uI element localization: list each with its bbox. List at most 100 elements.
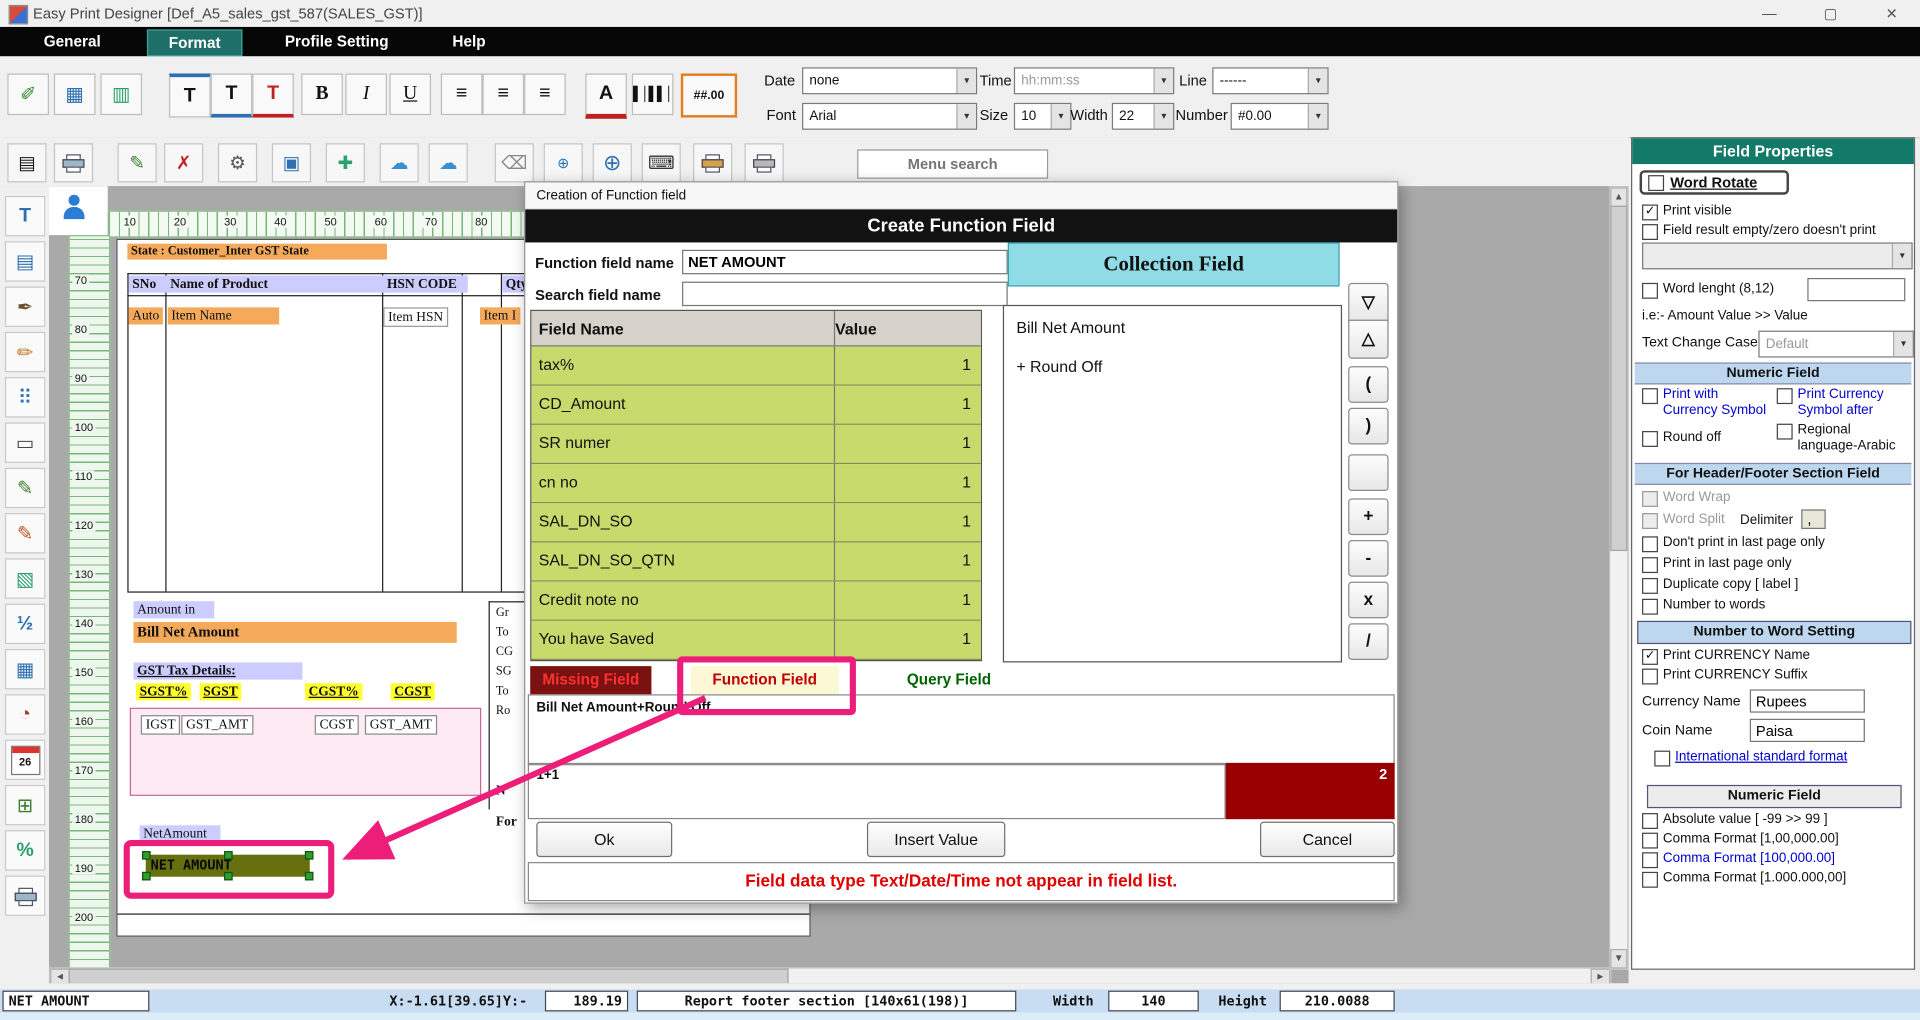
field-row[interactable]: SAL_DN_SO_QTN1	[531, 542, 980, 581]
report-settings-icon[interactable]: ⚙	[218, 143, 257, 182]
web-key-icon[interactable]: ⊕	[544, 143, 583, 182]
field-gst-amt-2[interactable]: GST_AMT	[365, 715, 437, 735]
scroll-left-icon[interactable]: ◄	[50, 969, 70, 984]
report-edit-icon[interactable]: ✎	[118, 143, 157, 182]
print-currency-name-checkbox[interactable]: ✓	[1642, 649, 1658, 665]
duplicate-copy-checkbox[interactable]	[1642, 578, 1658, 594]
align-text-top-icon[interactable]: T	[169, 73, 211, 117]
plus-button[interactable]: +	[1348, 498, 1388, 535]
chevron-down-icon[interactable]: ▾	[956, 104, 976, 128]
round-off-checkbox[interactable]	[1642, 431, 1658, 447]
move-up-button[interactable]: ▽	[1348, 283, 1388, 322]
number-format-icon[interactable]: ##.00	[681, 73, 737, 117]
word-length-checkbox[interactable]	[1642, 283, 1658, 299]
numbered-list-tool-icon[interactable]: ½	[5, 604, 45, 644]
field-sgst-pct[interactable]: SGST%	[136, 683, 191, 700]
insert-value-button[interactable]: Insert Value	[867, 822, 1005, 858]
cancel-button[interactable]: Cancel	[1260, 822, 1395, 858]
keyboard-icon[interactable]: ⌨	[642, 143, 681, 182]
column-header-sno[interactable]: SNo	[129, 276, 172, 293]
duplicate-copy-row[interactable]: Duplicate copy [ label ]	[1642, 577, 1798, 594]
chevron-down-icon[interactable]: ▾	[1153, 69, 1173, 93]
field-item-i[interactable]: Item I	[480, 307, 520, 324]
fax-print-icon[interactable]	[744, 143, 783, 182]
multiply-button[interactable]: x	[1348, 582, 1388, 619]
dont-print-last-checkbox[interactable]	[1642, 536, 1658, 552]
field-row[interactable]: tax%1	[531, 347, 980, 386]
state-row-field[interactable]: State : Customer_Inter GST State	[127, 244, 387, 260]
print-last-row[interactable]: Print in last page only	[1642, 556, 1792, 573]
word-wrap-checkbox[interactable]	[1642, 491, 1658, 507]
menu-search-input[interactable]	[857, 149, 1048, 178]
number-to-words-checkbox[interactable]	[1642, 599, 1658, 615]
minus-button[interactable]: -	[1348, 540, 1388, 577]
size-select[interactable]: 10▾	[1014, 103, 1072, 130]
field-row[interactable]: Credit note no1	[531, 582, 980, 621]
scrollbar-thumb[interactable]	[1610, 206, 1627, 551]
dialog-title-bar[interactable]: Creation of Function field	[525, 182, 1397, 209]
field-gst-amt-1[interactable]: GST_AMT	[181, 715, 253, 735]
pencil-tool-icon[interactable]: ✏	[5, 332, 45, 372]
chevron-down-icon[interactable]: ▾	[1051, 104, 1071, 128]
field-item-name[interactable]: Item Name	[168, 307, 279, 324]
align-left-icon[interactable]: ≡	[441, 73, 483, 115]
print-currency-suffix-row[interactable]: Print CURRENCY Suffix	[1642, 667, 1808, 684]
number-to-words-row[interactable]: Number to words	[1642, 598, 1765, 615]
number-select[interactable]: #0.00▾	[1231, 103, 1329, 130]
menu-format[interactable]: Format	[147, 29, 243, 56]
collection-item[interactable]: + Round Off	[1016, 358, 1102, 376]
calendar-tool-icon[interactable]: 26	[5, 740, 45, 780]
currency-name-input[interactable]	[1750, 689, 1865, 712]
clipboard-tool-icon[interactable]: ⊞	[5, 785, 45, 825]
print-with-currency-checkbox[interactable]	[1642, 388, 1658, 404]
field-row[interactable]: You have Saved1	[531, 621, 980, 660]
delimiter-input[interactable]	[1801, 509, 1825, 529]
globe-icon[interactable]: ⊕	[593, 143, 632, 182]
print-currency-name-row[interactable]: ✓ Print CURRENCY Name	[1642, 648, 1810, 665]
regional-row[interactable]: Regional language-Arabic	[1777, 422, 1907, 454]
comma-format-3-row[interactable]: Comma Format [1.000.000,00]	[1642, 871, 1846, 888]
width-select[interactable]: 22▾	[1112, 103, 1174, 130]
form-tool-icon[interactable]: ▤	[5, 241, 45, 281]
print-currency-after-checkbox[interactable]	[1777, 388, 1793, 404]
chevron-down-icon[interactable]: ▾	[1308, 69, 1328, 93]
function-field-name-input[interactable]	[682, 250, 1008, 274]
formula-preview-box[interactable]: Bill Net Amount+Round Off	[528, 694, 1395, 765]
chart-add-icon[interactable]: ✚	[326, 143, 365, 182]
word-split-row[interactable]: Word Split	[1642, 512, 1725, 529]
print-with-currency-row[interactable]: Print with Currency Symbol	[1642, 387, 1769, 419]
word-length-input[interactable]	[1807, 278, 1905, 301]
cloud-upload-icon[interactable]: ☁	[380, 143, 419, 182]
scroll-right-icon[interactable]: ►	[1591, 969, 1611, 984]
time-select[interactable]: hh:mm:ss▾	[1014, 67, 1174, 94]
print-preview-icon[interactable]: ▤	[7, 143, 46, 182]
print-visible-checkbox[interactable]: ✓	[1642, 204, 1658, 220]
print-last-checkbox[interactable]	[1642, 557, 1658, 573]
align-right-icon[interactable]: ≡	[524, 73, 566, 115]
note-tool-icon[interactable]: ✎	[5, 468, 45, 508]
text-change-case-select[interactable]: Default▾	[1758, 331, 1914, 358]
pen-tool-icon[interactable]: ✒	[5, 287, 45, 327]
percent-tool-icon[interactable]: %	[5, 830, 45, 870]
field-value-select[interactable]: ▾	[1642, 242, 1913, 269]
shape-tool-icon[interactable]: ▭	[5, 422, 45, 462]
comma-format-1-checkbox[interactable]	[1642, 833, 1658, 849]
chevron-down-icon[interactable]: ▾	[1893, 332, 1913, 356]
minimize-button[interactable]: —	[1749, 0, 1791, 27]
report-delete-icon[interactable]: ✗	[164, 143, 203, 182]
absolute-value-row[interactable]: Absolute value [ -99 >> 99 ]	[1642, 812, 1828, 829]
line-select[interactable]: ------▾	[1212, 67, 1328, 94]
word-rotate-checkbox[interactable]	[1648, 175, 1664, 191]
column-header-hsn[interactable]: HSN CODE	[383, 276, 467, 293]
comma-format-3-checkbox[interactable]	[1642, 872, 1658, 888]
table-style-icon[interactable]: ▦	[54, 73, 96, 115]
divide-button[interactable]: /	[1348, 623, 1388, 660]
tab-missing-field[interactable]: Missing Field	[530, 666, 651, 694]
field-cgst[interactable]: CGST	[391, 683, 435, 700]
font-color-icon[interactable]: A	[585, 73, 627, 118]
comma-format-2-checkbox[interactable]	[1642, 852, 1658, 868]
absolute-value-checkbox[interactable]	[1642, 813, 1658, 829]
word-rotate-control[interactable]: Word Rotate	[1640, 170, 1789, 194]
menu-help[interactable]: Help	[438, 29, 499, 53]
chevron-down-icon[interactable]: ▾	[1892, 244, 1912, 268]
